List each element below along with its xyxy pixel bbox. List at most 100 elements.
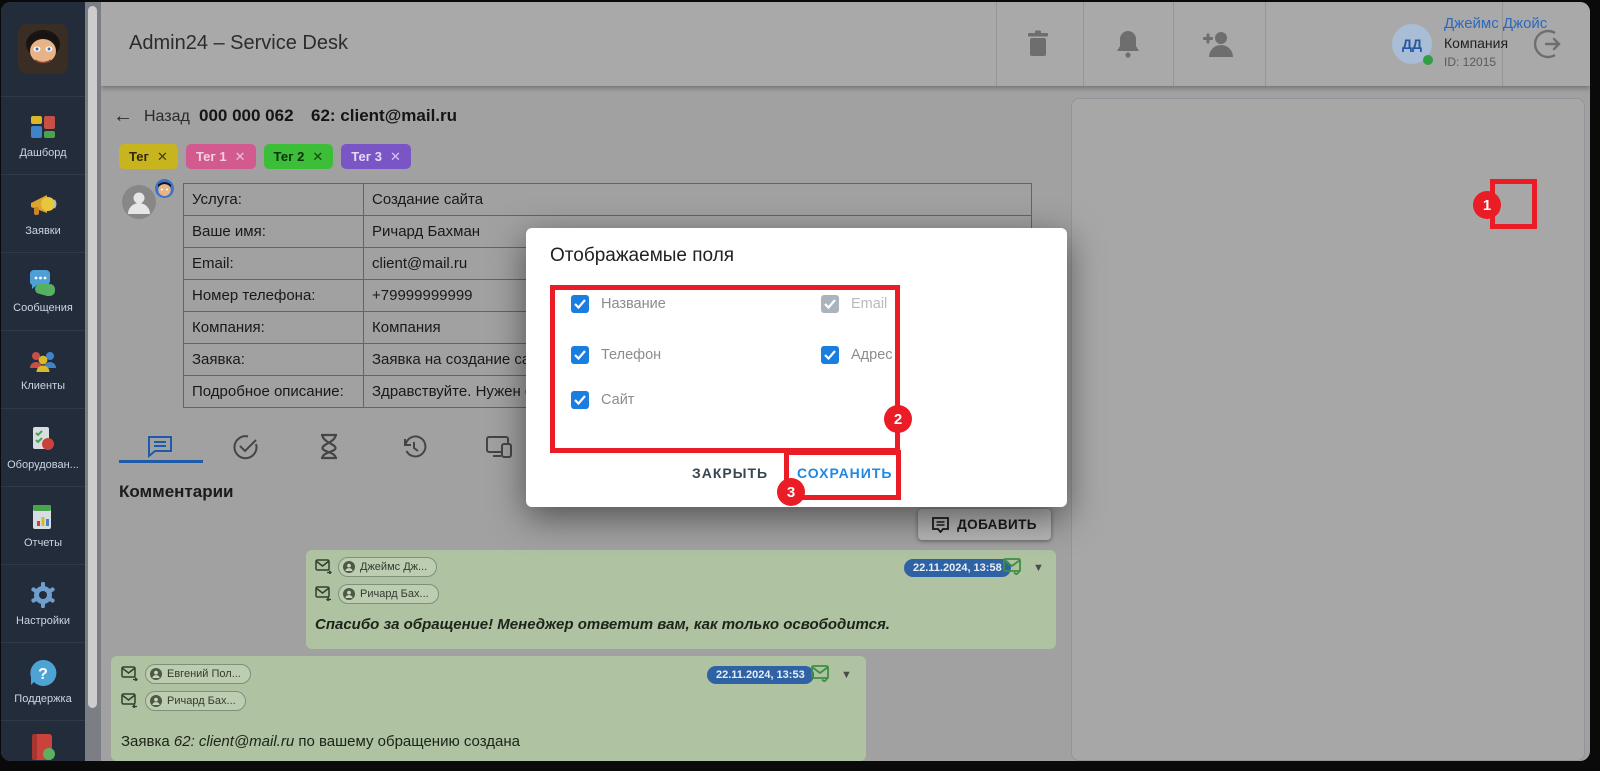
sender-pill[interactable]: Джеймс Дж... bbox=[338, 557, 438, 577]
annotation-badge-1: 1 bbox=[1473, 191, 1501, 219]
add-user-icon[interactable] bbox=[1203, 31, 1235, 62]
table-row: Услуга: Создание сайта bbox=[183, 183, 1032, 216]
field-value: Создание сайта bbox=[363, 183, 1032, 216]
sidebar-item-knowledge-base[interactable] bbox=[1, 721, 85, 761]
sender-pill[interactable]: Евгений Пол... bbox=[145, 664, 251, 684]
tag-remove-icon[interactable]: ✕ bbox=[312, 149, 323, 165]
ticket-subject: 62: client@mail.ru bbox=[311, 106, 458, 125]
book-icon bbox=[32, 734, 55, 760]
mail-in-icon bbox=[121, 693, 138, 713]
message-date-badge: 22.11.2024, 13:53 bbox=[707, 666, 814, 684]
sidebar-item-label: Дашборд bbox=[19, 146, 67, 159]
tag-label: Тег bbox=[129, 149, 149, 164]
sidebar-item-reports[interactable]: Отчеты bbox=[1, 487, 85, 565]
sidebar-item-label: Клиенты bbox=[20, 379, 66, 392]
tab-history[interactable] bbox=[401, 434, 427, 465]
tag-remove-icon[interactable]: ✕ bbox=[235, 149, 246, 165]
megaphone-icon bbox=[31, 194, 57, 215]
comment-message: Евгений Пол... Ричард Бах... 22.11.2024,… bbox=[111, 656, 866, 761]
user-name[interactable]: Джеймс Джойс bbox=[1444, 15, 1547, 32]
modal-title: Отображаемые поля bbox=[550, 245, 735, 266]
app-title: Admin24 – Service Desk bbox=[129, 32, 348, 54]
equipment-icon bbox=[33, 426, 54, 450]
field-label: Ваше имя: bbox=[183, 215, 364, 248]
gear-icon bbox=[31, 581, 55, 608]
divider bbox=[1173, 2, 1174, 86]
tag-remove-icon[interactable]: ✕ bbox=[390, 149, 401, 165]
tag-chip[interactable]: Тег 3 ✕ bbox=[341, 144, 411, 169]
top-header: Admin24 – Service Desk ДД Джеймс Джойс К… bbox=[101, 2, 1590, 86]
recipient-pill[interactable]: Ричард Бах... bbox=[338, 584, 439, 604]
ticket-number: 000 000 062 bbox=[199, 106, 294, 125]
message-menu-caret[interactable]: ▼ bbox=[1033, 562, 1044, 574]
modal-close-button[interactable]: ЗАКРЫТЬ bbox=[692, 465, 768, 481]
tag-label: Тег 3 bbox=[351, 149, 383, 164]
report-icon bbox=[33, 504, 51, 529]
tag-chip[interactable]: Тег ✕ bbox=[119, 144, 178, 169]
recipient-pill[interactable]: Ричард Бах... bbox=[145, 691, 246, 711]
user-id: ID: 12015 bbox=[1444, 55, 1497, 69]
person-icon bbox=[150, 695, 162, 707]
recipient-name: Ричард Бах... bbox=[360, 588, 429, 600]
annotation-badge-3: 3 bbox=[777, 478, 805, 506]
sidebar-item-label: Настройки bbox=[16, 614, 70, 627]
sidebar-item-tickets[interactable]: Заявки bbox=[1, 175, 85, 253]
sidebar: Дашборд Заявки Сообщения Клиенты Оборудо… bbox=[1, 2, 85, 761]
requester-avatar-icon bbox=[122, 185, 156, 224]
logout-icon[interactable] bbox=[1533, 29, 1563, 64]
mail-sent-icon bbox=[1003, 558, 1023, 580]
sidebar-scrollbar-thumb[interactable] bbox=[88, 6, 97, 708]
divider bbox=[1083, 2, 1084, 86]
back-arrow-icon[interactable]: ← bbox=[113, 105, 133, 128]
add-comment-label: ДОБАВИТЬ bbox=[957, 517, 1037, 532]
user-company: Компания bbox=[1444, 35, 1509, 51]
sender-name: Евгений Пол... bbox=[167, 668, 241, 680]
avatar-initials-text: ДД bbox=[1402, 36, 1422, 52]
active-tab-underline bbox=[119, 460, 203, 463]
annotation-box-2 bbox=[550, 285, 900, 453]
person-icon bbox=[343, 561, 355, 573]
question-icon: ? bbox=[30, 659, 57, 686]
sidebar-item-dashboard[interactable]: Дашборд bbox=[1, 97, 85, 175]
sidebar-item-clients[interactable]: Клиенты bbox=[1, 331, 85, 409]
tag-label: Тег 2 bbox=[273, 149, 305, 164]
divider bbox=[1265, 2, 1266, 86]
sidebar-item-label: Поддержка bbox=[14, 692, 72, 705]
user-avatar-image bbox=[18, 24, 68, 74]
sidebar-item-label: Отчеты bbox=[23, 536, 63, 549]
requester-emoji-avatar bbox=[155, 179, 174, 203]
people-icon bbox=[30, 351, 56, 372]
tag-chip[interactable]: Тег 1 ✕ bbox=[185, 144, 256, 169]
message-date-badge: 22.11.2024, 13:58 bbox=[904, 559, 1011, 577]
sidebar-item-messages[interactable]: Сообщения bbox=[1, 253, 85, 331]
tab-time[interactable] bbox=[318, 433, 340, 465]
person-icon bbox=[343, 588, 355, 600]
message-text: Спасибо за обращение! Менеджер ответит в… bbox=[315, 616, 890, 633]
recipient-name: Ричард Бах... bbox=[167, 695, 236, 707]
trash-icon[interactable] bbox=[1026, 30, 1050, 63]
tag-chip[interactable]: Тег 2 ✕ bbox=[263, 144, 334, 169]
sidebar-avatar[interactable] bbox=[1, 2, 85, 97]
message-menu-caret[interactable]: ▼ bbox=[841, 669, 852, 681]
mail-in-icon bbox=[315, 586, 332, 606]
comment-icon bbox=[932, 516, 950, 533]
sidebar-item-support[interactable]: ? Поддержка bbox=[1, 643, 85, 721]
mail-out-icon bbox=[315, 559, 332, 579]
tag-remove-icon[interactable]: ✕ bbox=[157, 149, 168, 165]
field-label: Услуга: bbox=[183, 183, 364, 216]
bell-icon[interactable] bbox=[1115, 29, 1141, 63]
sender-name: Джеймс Дж... bbox=[360, 561, 428, 573]
tab-devices[interactable] bbox=[485, 435, 513, 464]
tag-label: Тег 1 bbox=[195, 149, 227, 164]
tab-checklist[interactable] bbox=[232, 434, 258, 465]
back-link[interactable]: Назад bbox=[144, 108, 190, 126]
annotation-badge-2: 2 bbox=[884, 405, 912, 433]
add-comment-button[interactable]: ДОБАВИТЬ bbox=[918, 509, 1051, 540]
sidebar-item-equipment[interactable]: Оборудован... bbox=[1, 409, 85, 487]
field-label: Номер телефона: bbox=[183, 279, 364, 312]
mail-sent-icon bbox=[811, 665, 831, 687]
field-label: Подробное описание: bbox=[183, 375, 364, 408]
person-icon bbox=[150, 668, 162, 680]
tab-comments[interactable] bbox=[147, 434, 173, 463]
sidebar-item-settings[interactable]: Настройки bbox=[1, 565, 85, 643]
